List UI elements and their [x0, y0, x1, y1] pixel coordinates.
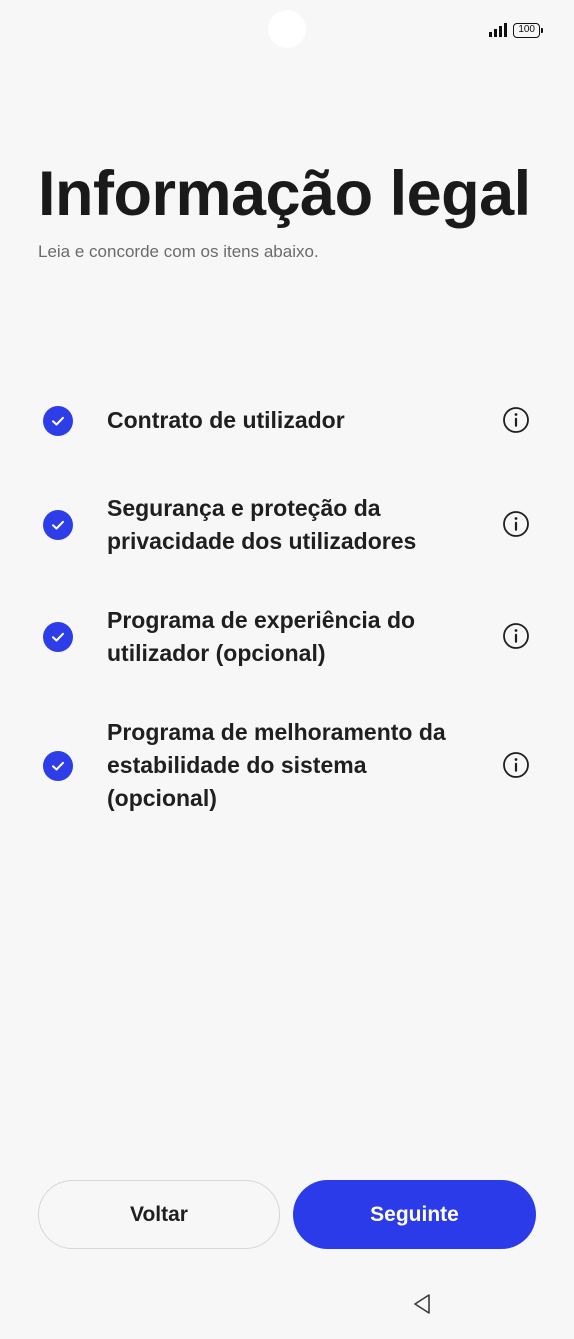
legal-item-label: Programa de experiência do utilizador (o… [107, 607, 416, 666]
legal-item-privacy-security[interactable]: Segurança e proteção da privacidade dos … [0, 492, 574, 558]
next-button[interactable]: Seguinte [293, 1180, 536, 1249]
checkmark-icon[interactable] [43, 751, 73, 781]
checkmark-icon[interactable] [43, 406, 73, 436]
info-icon[interactable] [502, 406, 530, 434]
signal-bars-icon [489, 23, 508, 37]
back-button[interactable]: Voltar [38, 1180, 280, 1249]
front-camera-cutout [268, 10, 306, 48]
status-bar: 100 [489, 20, 543, 40]
legal-item-label: Programa de melhoramento da estabilidade… [107, 719, 446, 811]
page-title: Informação legal [38, 159, 531, 229]
checkmark-icon[interactable] [43, 622, 73, 652]
battery-icon: 100 [513, 22, 543, 38]
page-subtitle: Leia e concorde com os itens abaixo. [38, 242, 319, 261]
legal-item-label: Contrato de utilizador [107, 407, 345, 433]
legal-item-user-agreement[interactable]: Contrato de utilizador [0, 404, 574, 437]
info-icon[interactable] [502, 510, 530, 538]
screen: 100 Informação legal Leia e concorde com… [0, 0, 574, 1339]
info-icon[interactable] [502, 751, 530, 779]
legal-item-label: Segurança e proteção da privacidade dos … [107, 495, 417, 554]
nav-back-icon[interactable] [412, 1293, 432, 1315]
legal-item-user-experience[interactable]: Programa de experiência do utilizador (o… [0, 604, 574, 670]
info-icon[interactable] [502, 622, 530, 650]
battery-level: 100 [518, 24, 535, 35]
legal-item-system-stability[interactable]: Programa de melhoramento da estabilidade… [0, 716, 574, 815]
checkmark-icon[interactable] [43, 510, 73, 540]
